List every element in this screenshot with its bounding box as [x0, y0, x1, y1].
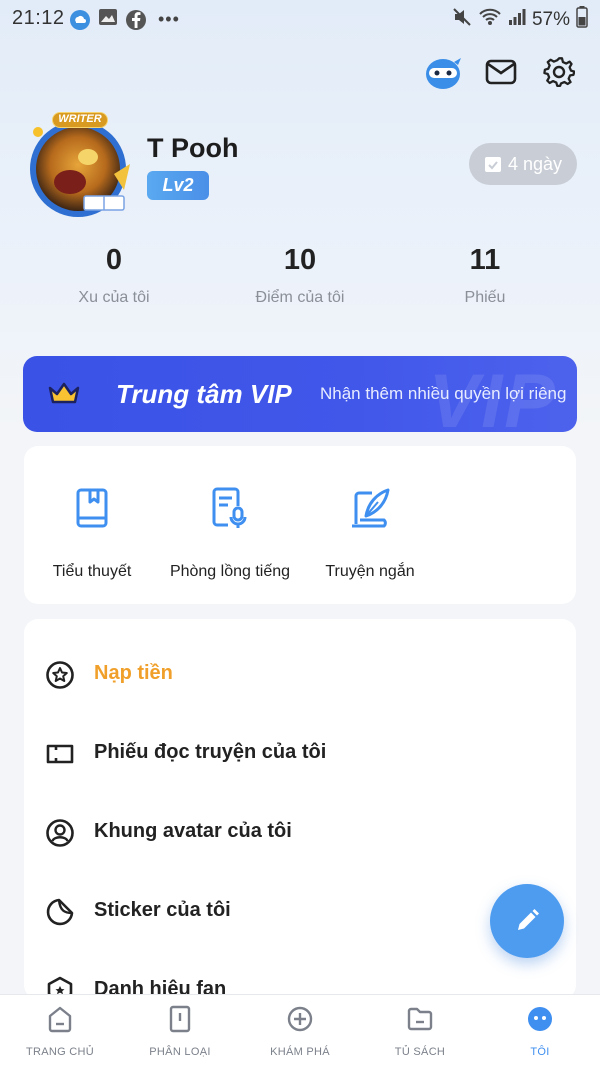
bottom-navigation: TRANG CHỦ PHÂN LOẠI KHÁM PHÁ TỦ SÁCH TÔI [0, 994, 600, 1066]
menu-card: Nạp tiền Phiếu đọc truyện của tôi Khung … [24, 619, 576, 999]
settings-button[interactable] [539, 52, 579, 92]
quick-link-label: Phòng lồng tiếng [169, 563, 291, 580]
pencil-icon [518, 909, 539, 930]
coin-star-icon [46, 661, 74, 689]
writer-badge-label: WRITER [58, 113, 102, 125]
nav-tab-bookshelf[interactable]: TỦ SÁCH [360, 995, 480, 1066]
nav-label: TRANG CHỦ [25, 1046, 95, 1058]
ninja-mascot-icon [426, 58, 461, 89]
quick-link-label: Truyện ngắn [325, 563, 415, 580]
battery-icon [576, 6, 588, 34]
quick-links-card: Tiểu thuyết Phòng lồng tiếng Truyện ngắn [24, 446, 576, 604]
avatar-frame-image [30, 121, 130, 217]
nav-label: TÔI [530, 1046, 550, 1058]
settings-gear-icon [543, 57, 575, 87]
battery-percent: 57% [531, 9, 570, 30]
nav-tab-home[interactable]: TRANG CHỦ [0, 995, 120, 1066]
menu-item-avatar-frames[interactable]: Khung avatar của tôi [24, 794, 576, 873]
quick-link-novel[interactable]: Tiểu thuyết [46, 486, 138, 581]
menu-item-label: Khung avatar của tôi [94, 820, 292, 842]
facebook-icon [126, 9, 146, 30]
calendar-check-icon [484, 157, 501, 172]
novel-book-icon [76, 488, 108, 528]
menu-item-label: Nạp tiền [94, 662, 173, 684]
explore-plus-icon [287, 1006, 313, 1032]
checkin-button[interactable]: 4 ngày [469, 143, 577, 185]
home-icon [48, 1006, 72, 1033]
cloud-app-icon [70, 9, 90, 30]
vip-center-banner[interactable]: VIP Trung tâm VIP Nhận thêm nhiều quyền … [23, 356, 577, 432]
avatar[interactable]: WRITER [18, 112, 138, 222]
writer-badge: WRITER [52, 112, 108, 128]
stat-value: 0 [105, 244, 123, 276]
mail-icon [485, 59, 517, 85]
wifi-icon [478, 7, 502, 33]
nav-tab-category[interactable]: PHÂN LOẠI [120, 995, 240, 1066]
level-badge: Lv2 [147, 171, 209, 200]
stat-value: 11 [469, 244, 501, 276]
quick-link-voice-room[interactable]: Phòng lồng tiếng [168, 486, 292, 581]
quick-link-short-story[interactable]: Truyện ngắn [320, 486, 420, 581]
me-face-icon [528, 1007, 552, 1031]
mute-icon [452, 7, 472, 33]
status-time: 21:12 [12, 7, 65, 29]
vip-subtitle: Nhận thêm nhiều quyền lợi riêng [320, 384, 567, 403]
menu-item-top-up[interactable]: Nạp tiền [24, 636, 576, 715]
vip-title: Trung tâm VIP [116, 379, 292, 409]
checkin-label: 4 ngày [507, 153, 563, 174]
ticket-icon [46, 744, 74, 764]
bookshelf-folder-icon [407, 1007, 433, 1031]
stat-coins[interactable]: 0 Xu của tôi [14, 244, 214, 307]
quick-link-label: Tiểu thuyết [52, 563, 132, 580]
sticker-icon [46, 898, 74, 926]
nav-label: PHÂN LOẠI [149, 1046, 211, 1058]
stat-label: Điểm của tôi [255, 289, 345, 306]
stat-value: 10 [283, 244, 317, 276]
mail-button[interactable] [481, 52, 521, 92]
short-story-icon [352, 488, 390, 528]
avatar-frame-icon [46, 819, 74, 847]
more-notifications-indicator: ••• [158, 9, 180, 29]
ninja-mascot-button[interactable] [423, 52, 463, 92]
menu-item-label: Sticker của tôi [94, 899, 231, 921]
status-bar: 21:12 ••• 57% [0, 0, 600, 36]
menu-item-fan-title[interactable]: Danh hiệu fan [24, 952, 576, 999]
category-icon [169, 1005, 191, 1033]
stat-tickets[interactable]: 11 Phiếu [385, 244, 585, 307]
username: T Pooh [147, 133, 239, 163]
nav-tab-explore[interactable]: KHÁM PHÁ [240, 995, 360, 1066]
menu-item-reading-tickets[interactable]: Phiếu đọc truyện của tôi [24, 715, 576, 794]
level-label: Lv2 [162, 175, 194, 195]
nav-tab-me[interactable]: TÔI [480, 995, 600, 1066]
stat-points[interactable]: 10 Điểm của tôi [200, 244, 400, 307]
gallery-icon [98, 8, 118, 31]
voice-room-icon [212, 487, 247, 528]
stat-label: Xu của tôi [78, 289, 150, 306]
nav-label: KHÁM PHÁ [270, 1046, 330, 1058]
menu-item-label: Phiếu đọc truyện của tôi [94, 741, 327, 763]
stat-label: Phiếu [464, 289, 506, 306]
crown-icon [48, 382, 80, 404]
nav-label: TỦ SÁCH [394, 1046, 446, 1058]
signal-icon [508, 8, 526, 32]
write-fab-button[interactable] [490, 884, 564, 958]
